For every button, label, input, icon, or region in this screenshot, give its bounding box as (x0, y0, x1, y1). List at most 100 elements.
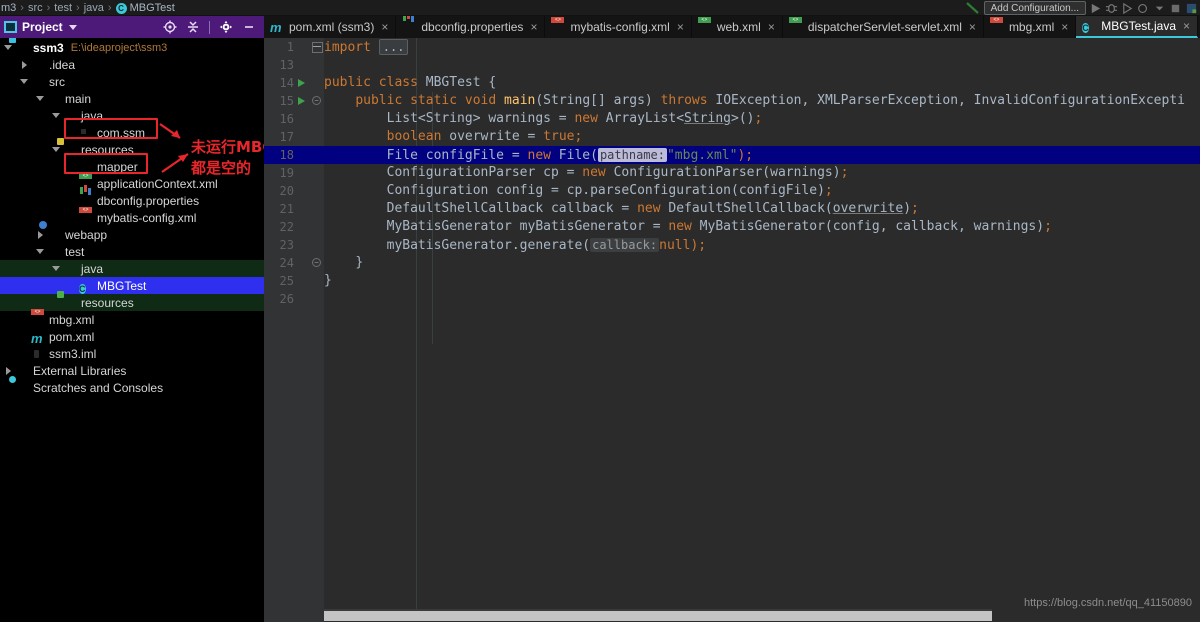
tree-row-java[interactable]: java (0, 260, 264, 277)
project-panel-header: Project (0, 16, 264, 38)
tree-row-pom-xml[interactable]: mpom.xml (0, 328, 264, 345)
tree-spacer (68, 128, 77, 137)
locate-icon[interactable] (163, 20, 177, 34)
tree-row-main[interactable]: main (0, 90, 264, 107)
run-with-coverage-icon[interactable] (1121, 2, 1134, 15)
code-line[interactable]: 13 (264, 56, 1200, 74)
close-icon[interactable]: × (969, 20, 976, 34)
code-line-current[interactable]: 18 File configFile = new File(pathname:"… (264, 146, 1200, 164)
line-number: 25 (264, 274, 294, 288)
tree-row-ssm3-iml[interactable]: ssm3.iml (0, 345, 264, 362)
run-toolbar: Add Configuration... (965, 0, 1198, 16)
chevron-down-icon[interactable] (20, 77, 29, 86)
gutter-marks[interactable]: − (294, 254, 324, 272)
code-line[interactable]: 17 boolean overwrite = true; (264, 128, 1200, 146)
chevron-right-icon[interactable] (20, 60, 29, 69)
run-icon[interactable] (1089, 2, 1102, 15)
gutter-marks[interactable]: − (294, 92, 324, 110)
gutter-marks[interactable] (294, 74, 324, 92)
code-line[interactable]: 14 public class MBGTest { (264, 74, 1200, 92)
code-line[interactable]: 1 import ... (264, 38, 1200, 56)
close-icon[interactable]: × (530, 20, 537, 34)
close-icon[interactable]: × (768, 20, 775, 34)
fold-icon[interactable]: − (312, 96, 321, 105)
tab-label: dbconfig.properties (421, 20, 523, 34)
run-class-icon[interactable] (298, 79, 305, 87)
line-number: 22 (264, 220, 294, 234)
code-line[interactable]: 15 − public static void main(String[] ar… (264, 92, 1200, 110)
source-root-folder-icon (63, 109, 77, 122)
chevron-down-icon[interactable] (4, 43, 13, 52)
editor-tab-dbconfig-properties[interactable]: dbconfig.properties × (396, 16, 545, 38)
editor-tab-mbg-xml[interactable]: mbg.xml× (984, 16, 1076, 38)
folded-imports[interactable]: ... (379, 39, 409, 55)
project-panel-title[interactable]: Project (22, 20, 63, 34)
code-line[interactable]: 21 DefaultShellCallback callback = new D… (264, 200, 1200, 218)
tree-row-external-libraries[interactable]: External Libraries (0, 362, 264, 379)
project-tree[interactable]: ssm3E:\ideaproject\ssm3.ideasrcmainjavac… (0, 38, 264, 622)
breadcrumb-item-4[interactable]: MBGTest (130, 0, 175, 16)
profile-icon[interactable] (1137, 2, 1150, 15)
fold-icon[interactable] (312, 42, 321, 51)
tree-row-label: com.ssm (97, 126, 145, 140)
code-line[interactable]: 26 (264, 290, 1200, 308)
run-configuration-selector[interactable]: Add Configuration... (984, 1, 1086, 15)
breadcrumb-item-2[interactable]: test (54, 0, 72, 16)
scrollbar-thumb[interactable] (324, 611, 992, 621)
close-icon[interactable]: × (381, 20, 388, 34)
tree-row-src[interactable]: src (0, 73, 264, 90)
code-line[interactable]: 25 } (264, 272, 1200, 290)
code-line[interactable]: 22 MyBatisGenerator myBatisGenerator = n… (264, 218, 1200, 236)
editor-tab-bar[interactable]: mpom.xml (ssm3)×dbconfig.properties×myba… (264, 16, 1200, 38)
chevron-down-icon[interactable] (36, 94, 45, 103)
tree-row-mbgtest[interactable]: CMBGTest (0, 277, 264, 294)
code-editor[interactable]: 1 import ... 13 14 public class MBGTest … (264, 38, 1200, 622)
breadcrumb-item-3[interactable]: java (84, 0, 104, 16)
search-everywhere-icon[interactable] (1185, 2, 1198, 15)
tree-row-test[interactable]: test (0, 243, 264, 260)
chevron-right-icon[interactable] (36, 230, 45, 239)
close-icon[interactable]: × (1183, 19, 1190, 33)
stop-icon[interactable] (1169, 2, 1182, 15)
chevron-down-icon[interactable] (69, 25, 77, 30)
tree-row-dbconfig-properties[interactable]: dbconfig.properties (0, 192, 264, 209)
editor-tab-mbgtest-java[interactable]: CMBGTest.java× (1076, 16, 1198, 38)
close-icon[interactable]: × (677, 20, 684, 34)
annotation-text-line2: 都是空的 (191, 157, 251, 178)
code-line[interactable]: 24 − } (264, 254, 1200, 272)
line-number: 1 (264, 40, 294, 54)
tree-row-java[interactable]: java (0, 107, 264, 124)
code-line[interactable]: 16 List<String> warnings = new ArrayList… (264, 110, 1200, 128)
tree-row-webapp[interactable]: webapp (0, 226, 264, 243)
tree-row--idea[interactable]: .idea (0, 56, 264, 73)
editor-tab-pom-xml-ssm3-[interactable]: mpom.xml (ssm3)× (264, 16, 396, 38)
tree-row-mbg-xml[interactable]: mbg.xml (0, 311, 264, 328)
close-icon[interactable]: × (1061, 20, 1068, 34)
chevron-down-icon[interactable] (52, 145, 61, 154)
chevron-right-icon[interactable] (4, 366, 13, 375)
settings-gear-icon[interactable] (219, 20, 233, 34)
horizontal-scrollbar[interactable] (324, 609, 992, 622)
code-line[interactable]: 19 ConfigurationParser cp = new Configur… (264, 164, 1200, 182)
breadcrumb-item-1[interactable]: src (28, 0, 43, 16)
tree-row-scratches-and-consoles[interactable]: Scratches and Consoles (0, 379, 264, 396)
editor-tab-mybatis-config-xml[interactable]: mybatis-config.xml× (545, 16, 691, 38)
class-icon: C (79, 279, 93, 292)
chevron-down-icon[interactable] (1153, 2, 1166, 15)
code-line[interactable]: 23 myBatisGenerator.generate(callback:nu… (264, 236, 1200, 254)
editor-tab-dispatcherservlet-servlet-xml[interactable]: dispatcherServlet-servlet.xml× (783, 16, 984, 38)
minimize-icon[interactable] (242, 20, 256, 34)
editor-tab-web-xml[interactable]: web.xml× (692, 16, 783, 38)
chevron-down-icon[interactable] (36, 247, 45, 256)
tree-row-ssm3[interactable]: ssm3E:\ideaproject\ssm3 (0, 39, 264, 56)
collapse-all-icon[interactable] (186, 20, 200, 34)
chevron-down-icon[interactable] (52, 111, 61, 120)
code-line[interactable]: 20 Configuration config = cp.parseConfig… (264, 182, 1200, 200)
run-method-icon[interactable] (298, 97, 305, 105)
gutter-marks[interactable] (294, 38, 324, 56)
chevron-down-icon[interactable] (52, 264, 61, 273)
fold-icon[interactable]: − (312, 258, 321, 267)
code-content[interactable]: 1 import ... 13 14 public class MBGTest … (264, 38, 1200, 608)
debug-icon[interactable] (1105, 2, 1118, 15)
breadcrumb-item-0[interactable]: m3 (1, 0, 16, 16)
